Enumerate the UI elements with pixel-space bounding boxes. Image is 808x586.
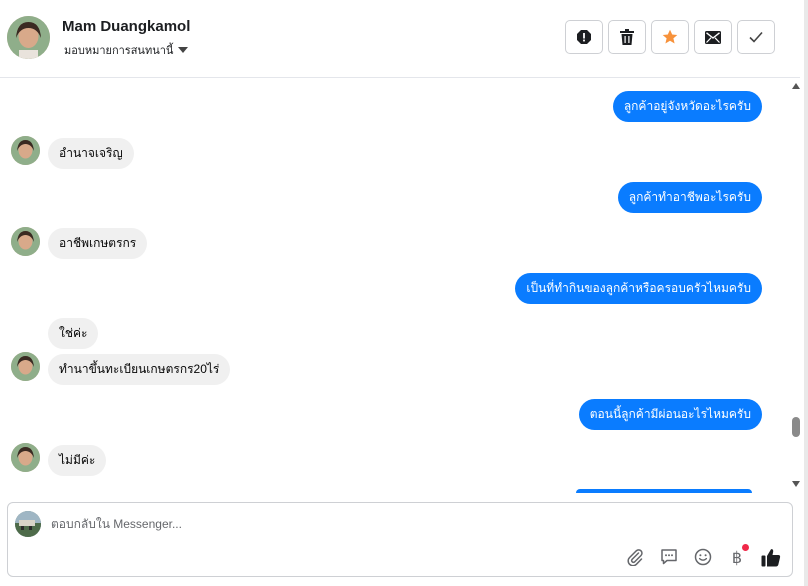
scroll-down-arrow-icon[interactable] <box>792 481 800 487</box>
window-edge <box>804 0 808 586</box>
contact-avatar-small <box>11 443 40 472</box>
envelope-icon <box>705 30 721 44</box>
page-avatar <box>15 511 41 537</box>
like-icon <box>761 548 781 566</box>
message-outgoing: ลูกค้าทำอาชีพอะไรครับ <box>617 182 762 213</box>
mark-unread-button[interactable] <box>694 20 732 54</box>
message-incoming: ทำนาขึ้นทะเบียนเกษตรกร20ไร่ <box>48 354 231 385</box>
paperclip-icon <box>627 549 643 566</box>
message-outgoing: ตอนนี้ลูกค้ามีผ่อนอะไรไหมครับ <box>578 399 762 430</box>
message-thread[interactable]: ลูกค้าอยู่จังหวัดอะไรครับ อำนาจเจริญ ลูก… <box>0 79 790 493</box>
notification-dot <box>742 544 749 551</box>
saved-reply-icon <box>661 549 677 565</box>
conversation-header: Mam Duangkamol มอบหมายการสนทนานี้ <box>0 0 800 78</box>
contact-avatar[interactable] <box>7 16 50 59</box>
message-incoming: ใช่ค่ะ <box>48 318 99 349</box>
message-incoming: อาชีพเกษตรกร <box>48 228 148 259</box>
check-icon <box>749 31 763 43</box>
contact-avatar-small <box>11 227 40 256</box>
alert-icon <box>577 30 591 44</box>
trash-icon <box>620 29 634 45</box>
message-composer: ฿ <box>7 502 793 577</box>
reply-input[interactable] <box>51 514 651 534</box>
scroll-up-arrow-icon[interactable] <box>792 83 800 89</box>
payment-button[interactable]: ฿ <box>726 544 749 568</box>
scrollbar-thumb[interactable] <box>792 417 800 437</box>
baht-icon: ฿ <box>731 547 743 567</box>
like-button[interactable] <box>760 546 782 568</box>
message-outgoing-partial <box>576 489 752 493</box>
assign-label: มอบหมายการสนทนานี้ <box>64 45 174 57</box>
thread-scrollbar[interactable] <box>790 79 802 493</box>
star-button[interactable] <box>651 20 689 54</box>
emoji-icon <box>694 548 712 566</box>
star-icon <box>662 29 678 44</box>
saved-replies-button[interactable] <box>658 546 680 568</box>
contact-name[interactable]: Mam Duangkamol <box>62 18 190 35</box>
mark-spam-button[interactable] <box>565 20 603 54</box>
contact-avatar-small <box>11 136 40 165</box>
message-incoming: ไม่มีค่ะ <box>48 445 107 476</box>
caret-down-icon <box>178 47 189 53</box>
mark-done-button[interactable] <box>737 20 775 54</box>
header-actions <box>565 20 775 54</box>
emoji-button[interactable] <box>692 546 714 568</box>
delete-button[interactable] <box>608 20 646 54</box>
contact-avatar-small <box>11 352 40 381</box>
composer-tools: ฿ <box>624 544 782 568</box>
message-outgoing: ลูกค้าอยู่จังหวัดอะไรครับ <box>612 91 762 122</box>
attach-button[interactable] <box>624 546 646 568</box>
message-outgoing: เป็นที่ทำกินของลูกค้าหรือครอบครัวไหมครับ <box>515 273 762 304</box>
assign-conversation-dropdown[interactable]: มอบหมายการสนทนานี้ <box>64 41 189 59</box>
message-incoming: อำนาจเจริญ <box>48 138 134 169</box>
